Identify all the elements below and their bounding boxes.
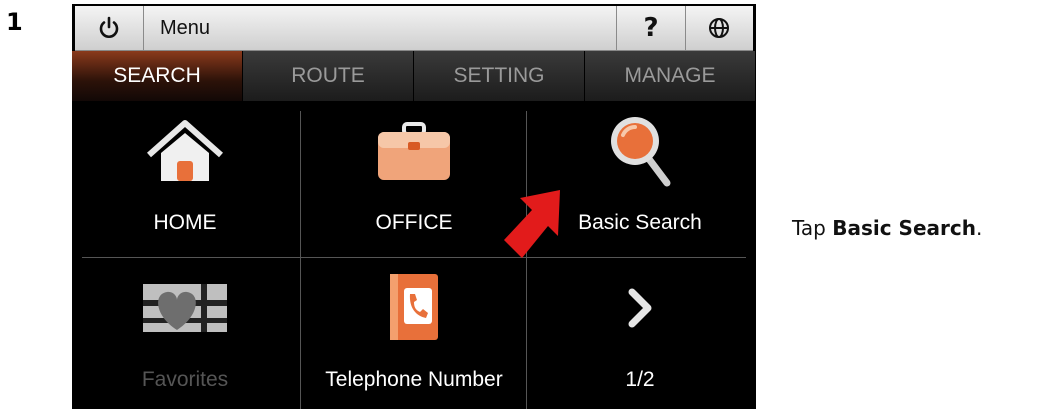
- chevron-right-icon: [628, 288, 652, 328]
- phone-book-icon: [390, 274, 438, 340]
- step-number: 1: [6, 8, 23, 36]
- tab-search[interactable]: SEARCH: [72, 51, 243, 101]
- telephone-number-label: Telephone Number: [325, 368, 503, 391]
- menu-button[interactable]: Menu: [144, 6, 560, 50]
- home-label: HOME: [153, 211, 217, 234]
- favorites-tile: Favorites: [72, 258, 298, 409]
- home-icon: [147, 120, 223, 181]
- language-button[interactable]: [685, 6, 753, 50]
- telephone-number-tile[interactable]: Telephone Number: [301, 258, 527, 409]
- menu-grid: HOME OFFICE Basic Search Favorites Telep…: [72, 101, 756, 409]
- office-label: OFFICE: [375, 211, 453, 234]
- tab-bar: SEARCH ROUTE SETTING MANAGE: [72, 51, 756, 101]
- tab-route[interactable]: ROUTE: [243, 51, 414, 101]
- instruction-text: Tap Basic Search.: [792, 216, 982, 240]
- navigation-screen: Menu ? SEARCH ROUTE SETTING MANAGE HOME …: [72, 4, 756, 409]
- favorites-label: Favorites: [141, 368, 229, 391]
- next-page-tile[interactable]: 1/2: [527, 258, 753, 409]
- briefcase-icon: [378, 122, 450, 180]
- tab-manage[interactable]: MANAGE: [585, 51, 756, 101]
- help-button[interactable]: ?: [616, 6, 686, 50]
- top-bar: Menu ?: [75, 6, 753, 51]
- pointer-arrow-icon: [504, 190, 560, 258]
- tab-setting[interactable]: SETTING: [414, 51, 585, 101]
- home-tile[interactable]: HOME: [72, 101, 298, 255]
- magnifier-icon: [611, 117, 671, 187]
- page-indicator: 1/2: [625, 368, 655, 391]
- office-tile[interactable]: OFFICE: [301, 101, 527, 255]
- power-icon: [99, 16, 119, 38]
- instruction-suffix: .: [975, 216, 983, 240]
- power-button[interactable]: [75, 6, 144, 50]
- favorites-heart-icon: [143, 284, 227, 332]
- instruction-target: Basic Search: [832, 216, 976, 240]
- globe-icon: [709, 18, 729, 38]
- instruction-prefix: Tap: [792, 216, 833, 240]
